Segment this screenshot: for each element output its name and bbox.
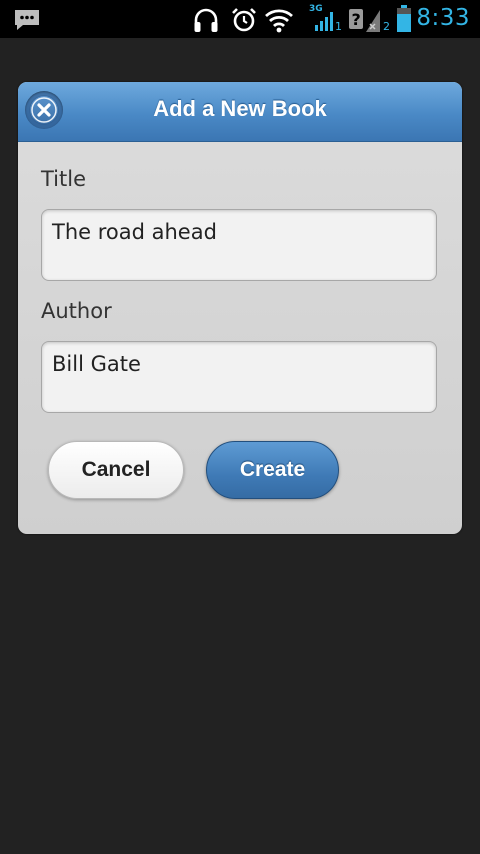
author-label: Author [41, 299, 112, 323]
dialog-header: Add a New Book [18, 82, 462, 142]
alarm-icon [232, 8, 256, 32]
title-input[interactable]: The road ahead [41, 209, 437, 281]
signal-icon [315, 12, 333, 31]
svg-text:?: ? [352, 10, 361, 29]
no-sim-icon: ? [349, 9, 380, 32]
message-icon [15, 10, 39, 30]
author-input[interactable]: Bill Gate [41, 341, 437, 413]
create-button[interactable]: Create [206, 441, 339, 499]
wifi-icon [265, 9, 293, 33]
add-book-dialog: Add a New Book Title The road ahead Auth… [18, 82, 462, 534]
sim2-label: 2 [383, 20, 390, 33]
cancel-button[interactable]: Cancel [48, 441, 184, 499]
headphones-icon [194, 8, 218, 32]
battery-icon [397, 5, 411, 32]
status-bar: 3G 1 ? 2 8:33 [0, 0, 480, 38]
clock-time: 8:33 [416, 5, 470, 31]
sim1-label: 1 [335, 20, 342, 33]
title-label: Title [41, 167, 87, 191]
dialog-title: Add a New Book [153, 96, 327, 121]
